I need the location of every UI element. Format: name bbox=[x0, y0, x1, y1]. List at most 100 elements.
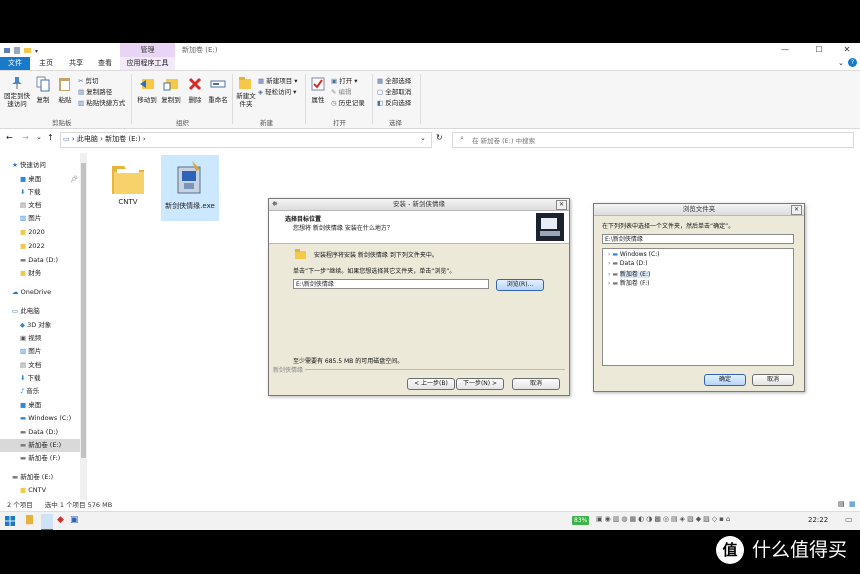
nav-item-finance[interactable]: ■ 财务 bbox=[0, 267, 78, 280]
easy-access-button[interactable]: ◈ 轻松访问 ▾ bbox=[258, 86, 296, 96]
invert-selection-button[interactable]: ◧ 反向选择 bbox=[377, 97, 411, 107]
nav-drive-e[interactable]: ▬ 新加卷 (E:) bbox=[0, 471, 78, 484]
nav-quick-access[interactable]: ★ 快速访问 bbox=[0, 159, 90, 172]
history-button[interactable]: ◷ 历史记录 bbox=[331, 97, 365, 107]
minimize-button[interactable]: — bbox=[770, 43, 800, 57]
recent-dropdown-icon[interactable]: ⌄ bbox=[36, 133, 42, 141]
group-label-select: 选择 bbox=[389, 119, 402, 127]
tab-view[interactable]: 查看 bbox=[92, 57, 118, 70]
nav-pc-data-d[interactable]: ▬ Data (D:) bbox=[0, 426, 78, 439]
copy-path-button[interactable]: ▤ 复制路径 bbox=[78, 86, 112, 96]
breadcrumb-this-pc[interactable]: 此电脑 bbox=[77, 135, 98, 143]
tree-item-data-d[interactable]: › ▬ Data (D:) bbox=[608, 260, 647, 267]
nav-item-2020[interactable]: ■ 2020 bbox=[0, 226, 78, 239]
nav-pc-3d[interactable]: ◆ 3D 对象 bbox=[0, 319, 78, 332]
nav-pc-documents[interactable]: ▤ 文档 bbox=[0, 359, 78, 372]
close-button[interactable]: ✕ bbox=[832, 43, 860, 57]
ok-button[interactable]: 确定 bbox=[704, 374, 746, 386]
nav-item-documents[interactable]: ▤ 文档 bbox=[0, 199, 78, 212]
back-arrow-icon[interactable]: ← bbox=[6, 133, 13, 142]
maximize-button[interactable]: ☐ bbox=[804, 43, 834, 57]
setup-cancel-button[interactable]: 取消 bbox=[512, 378, 560, 390]
nav-scrollbar-thumb[interactable] bbox=[81, 163, 86, 458]
edit-button[interactable]: ✎ 编辑 bbox=[331, 86, 352, 96]
ribbon-expand-icon[interactable]: ⌄ bbox=[838, 59, 844, 67]
tray-icons[interactable]: ▣◉▥◍▦◐◑▩◎▤◈▧◆▨◇▪⌂ bbox=[596, 515, 732, 523]
large-icons-view-icon[interactable]: ▦ bbox=[849, 500, 856, 508]
browse-cancel-button[interactable]: 取消 bbox=[752, 374, 794, 386]
nav-item-data-d[interactable]: ▬ Data (D:) bbox=[0, 254, 78, 267]
file-item-exe[interactable]: 新剑侠情缘.exe bbox=[161, 155, 219, 221]
nav-pc-drive-e[interactable]: ▬ 新加卷 (E:) bbox=[0, 439, 80, 452]
file-explorer-taskbar-icon[interactable]: ▇ bbox=[26, 515, 33, 525]
nav-item-downloads[interactable]: ⬇ 下载 bbox=[0, 186, 78, 199]
details-view-icon[interactable]: ▤ bbox=[838, 500, 845, 508]
nav-pc-downloads[interactable]: ⬇ 下载 bbox=[0, 372, 78, 385]
history-label: 历史记录 bbox=[338, 99, 365, 107]
nav-item-pictures[interactable]: ▨ 图片 bbox=[0, 212, 78, 225]
nav-this-pc[interactable]: ▭ 此电脑 bbox=[0, 305, 78, 318]
notification-icon[interactable]: ▭ bbox=[845, 515, 853, 524]
new-folder-button[interactable]: 新建文件夹 bbox=[235, 76, 257, 108]
breadcrumb-drive-e[interactable]: 新加卷 (E:) bbox=[105, 135, 140, 143]
windows-start-icon[interactable] bbox=[5, 516, 15, 526]
clock[interactable]: 22:22 bbox=[808, 516, 828, 524]
nav-item-desktop[interactable]: ■ 桌面 📌︎ bbox=[0, 173, 78, 186]
browse-close-button[interactable]: ✕ bbox=[791, 205, 802, 215]
paste-shortcut-button[interactable]: ▥ 粘贴快捷方式 bbox=[78, 97, 125, 107]
open-button[interactable]: ▣ 打开 ▾ bbox=[331, 75, 358, 85]
app-icon: ⛯ bbox=[272, 200, 278, 208]
select-all-button[interactable]: ▦ 全部选择 bbox=[377, 75, 411, 85]
nav-pc-music[interactable]: ♪ 音乐 bbox=[0, 385, 78, 398]
nav-item-label: 桌面 bbox=[28, 175, 42, 183]
file-item-cntv[interactable]: CNTV bbox=[100, 158, 156, 206]
tab-share[interactable]: 共享 bbox=[62, 57, 90, 70]
copy-button[interactable]: 复制 bbox=[33, 76, 53, 104]
help-icon[interactable]: ? bbox=[848, 58, 857, 67]
refresh-icon[interactable]: ↻ bbox=[436, 133, 443, 142]
address-dropdown-icon[interactable]: ⌄ bbox=[420, 134, 426, 142]
tree-item-label: 新加卷 (E:) bbox=[619, 271, 651, 278]
new-folder-icon bbox=[239, 77, 251, 89]
nav-cntv[interactable]: ■ CNTV bbox=[0, 484, 78, 497]
status-selection: 选中 1 个项目 576 MB bbox=[44, 501, 113, 509]
rename-button[interactable]: 重命名 bbox=[207, 76, 229, 104]
delete-button[interactable]: 删除 bbox=[185, 76, 205, 104]
setup-path-input[interactable]: E:\新剑侠情缘 bbox=[293, 279, 489, 289]
picture-icon: ▨ bbox=[20, 214, 27, 222]
move-to-button[interactable]: 移动到 bbox=[135, 76, 159, 104]
nav-pc-pictures[interactable]: ▨ 图片 bbox=[0, 345, 78, 358]
tree-item-drive-e[interactable]: › ▬ 新加卷 (E:) bbox=[608, 269, 651, 278]
browse-button[interactable]: 浏览(R)... bbox=[496, 279, 544, 291]
nav-pc-videos[interactable]: ▣ 视频 bbox=[0, 332, 78, 345]
copy-to-button[interactable]: 复制到 bbox=[159, 76, 183, 104]
setup-close-button[interactable]: ✕ bbox=[556, 200, 567, 210]
battery-badge[interactable]: 83% bbox=[572, 516, 590, 525]
tab-home[interactable]: 主页 bbox=[32, 57, 60, 70]
tree-item-drive-f[interactable]: › ▬ 新加卷 (F:) bbox=[608, 278, 650, 287]
paste-button[interactable]: 粘贴 bbox=[55, 76, 75, 104]
nav-onedrive[interactable]: ☁ OneDrive bbox=[0, 286, 78, 299]
nav-pc-windows-c[interactable]: ▬ Windows (C:) bbox=[0, 412, 78, 425]
up-arrow-icon[interactable]: ↑ bbox=[47, 133, 54, 142]
cut-button[interactable]: ✂ 剪切 bbox=[78, 75, 99, 85]
installer-taskbar-icon[interactable]: ▣ bbox=[70, 515, 79, 525]
browse-path-input[interactable]: E:\新剑侠情缘 bbox=[602, 234, 794, 244]
nav-pc-drive-f[interactable]: ▬ 新加卷 (F:) bbox=[0, 452, 78, 465]
select-none-button[interactable]: ▢ 全部取消 bbox=[377, 86, 411, 96]
app-taskbar-icon[interactable]: ◆ bbox=[57, 515, 64, 525]
nav-item-label: 下载 bbox=[27, 374, 41, 382]
nav-pc-desktop[interactable]: ■ 桌面 bbox=[0, 399, 78, 412]
active-window-taskbar-icon[interactable] bbox=[41, 514, 53, 530]
new-item-button[interactable]: ▦ 新建项目 ▾ bbox=[258, 75, 298, 85]
properties-button[interactable]: 属性 bbox=[308, 76, 328, 104]
tree-item-windows-c[interactable]: › ▬ Windows (C:) bbox=[608, 251, 660, 258]
forward-arrow-icon[interactable]: → bbox=[22, 133, 29, 142]
pin-quick-access-button[interactable]: 固定到快速访问 bbox=[4, 76, 30, 108]
open-icon: ▣ bbox=[331, 77, 338, 85]
tab-app-tools[interactable]: 应用程序工具 bbox=[120, 57, 175, 70]
next-button[interactable]: 下一步(N) > bbox=[456, 378, 504, 390]
nav-item-2022[interactable]: ■ 2022 bbox=[0, 240, 78, 253]
tab-file[interactable]: 文件 bbox=[0, 57, 30, 70]
back-button[interactable]: < 上一步(B) bbox=[407, 378, 455, 390]
